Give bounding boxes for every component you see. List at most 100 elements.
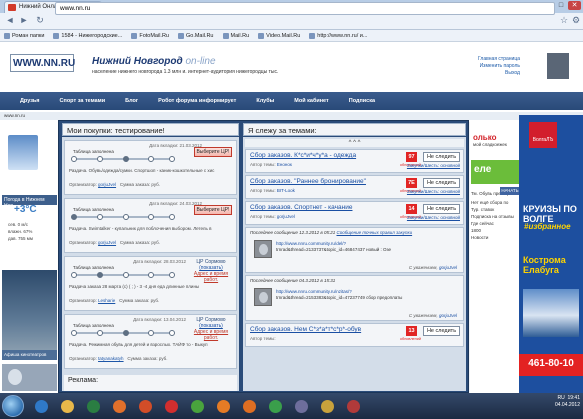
taskbar-app-button[interactable] <box>160 396 182 416</box>
topic-title-link[interactable]: Сбор заказов. К*с*и*ч*у*а - одежда <box>250 152 356 159</box>
unfollow-button[interactable]: Не следить <box>423 326 460 336</box>
right-sidebar-list: Нет ещё сбора по Тур. ставок Подписка на… <box>471 200 514 240</box>
topic-row: Сбор заказов. К*с*и*ч*у*а - одежда Автор… <box>245 149 464 173</box>
sub-bar: www.nn.ru <box>0 112 583 120</box>
taskbar-app-button[interactable] <box>290 396 312 416</box>
bookmark-icon <box>222 32 229 39</box>
topic-title-link[interactable]: Сбор заказов. Нем С*з*а*т*с*р*-обув <box>250 326 361 333</box>
topic-title-link[interactable]: Сбор заказов. "Раннее бронирование" <box>250 178 366 185</box>
bookmark-item[interactable]: Video.Mail.Ru <box>258 31 300 40</box>
bookmark-item[interactable]: Mail.Ru <box>222 31 249 40</box>
bookmark-item[interactable]: 1584 - Нижегородские... <box>53 31 122 40</box>
clock-date[interactable]: 04.04.2012 <box>510 402 580 409</box>
choose-pickup-button[interactable]: Выберите ЦР! <box>194 205 232 215</box>
taskbar-app-button[interactable] <box>108 396 130 416</box>
ad-banner-sweets[interactable]: олько мой сладкоежек <box>471 131 519 159</box>
organizer-link[interactable]: gorjuJvel <box>98 240 116 245</box>
topic-author-link[interactable]: gorjuJvel <box>277 214 295 219</box>
unfollow-button[interactable]: Не следить <box>423 152 460 162</box>
nav-clubs[interactable]: Клубы <box>236 98 274 104</box>
taskbar-app-button[interactable] <box>238 396 260 416</box>
post-author-link[interactable]: gorjuJvel <box>439 265 457 270</box>
organizer-link[interactable]: tatyanakatyh <box>98 356 124 361</box>
start-button[interactable]: НАЧАТЬ <box>500 187 520 195</box>
avatar <box>254 288 272 306</box>
volga-cruise-ad[interactable] <box>519 115 583 393</box>
forum-link[interactable]: Закупки/Шесть: основной <box>407 215 460 220</box>
ad-banner-green[interactable]: еле <box>471 160 519 184</box>
bookmark-item[interactable]: Роман папки <box>4 31 44 40</box>
url-input[interactable]: www.nn.ru <box>55 2 555 15</box>
nav-friends[interactable]: Друзья <box>0 98 40 104</box>
start-button[interactable] <box>2 395 24 417</box>
change-password-link[interactable]: Изменить пароль <box>478 63 520 70</box>
taskbar-app-button[interactable] <box>134 396 156 416</box>
topic-author-link[interactable]: Енонок <box>277 162 292 167</box>
logout-link[interactable]: Выход <box>478 70 520 77</box>
unfollow-button[interactable]: Не следить <box>423 204 460 214</box>
volga-logo: ВолгаЛЪ <box>529 122 557 148</box>
choose-pickup-button[interactable]: Выберите ЦР! <box>194 147 232 157</box>
nav-subscription[interactable]: Подписка <box>329 98 375 104</box>
order-progress-track <box>71 156 175 162</box>
nav-cabinet[interactable]: Мой кабинет <box>274 98 328 104</box>
taskbar-app-button[interactable] <box>342 396 364 416</box>
taskbar-app-button[interactable] <box>212 396 234 416</box>
volga-phone: 461-80-10 <box>519 354 583 376</box>
followed-topics-panel-title: Я слежу за темами: <box>243 123 466 136</box>
topic-title-link[interactable]: Сбор заказов. Спортнет - качание <box>250 204 352 211</box>
purchase-card: Дата вкладки: 28.03.2012 Таблица заполне… <box>64 256 237 311</box>
nav-sport[interactable]: Спорт за темами <box>40 98 106 104</box>
purchases-panel-title: Мои покупки: тестирование! <box>62 123 239 136</box>
bookmarks-bar: Роман папки 1584 - Нижегородские... Foto… <box>0 30 583 42</box>
taskbar-app-button[interactable] <box>186 396 208 416</box>
folder-icon <box>320 399 334 413</box>
system-tray: RU 19:41 04.04.2012 <box>510 395 583 417</box>
topic-author-link[interactable]: BIT-Look <box>277 188 295 193</box>
home-link[interactable]: Главная страница <box>478 56 520 63</box>
organizer-link[interactable]: Lesharie <box>98 298 115 303</box>
close-window-icon[interactable]: ✕ <box>568 1 581 10</box>
forward-icon[interactable]: ► <box>18 15 30 27</box>
bookmark-item[interactable]: Go.Mail.Ru <box>177 31 214 40</box>
reload-icon[interactable]: ↻ <box>34 15 46 27</box>
language-indicator[interactable]: RU <box>557 395 564 402</box>
taskbar-app-button[interactable] <box>56 396 78 416</box>
taskbar-app-button[interactable] <box>264 396 286 416</box>
updates-count-badge: 13 <box>406 326 417 336</box>
media-icon <box>86 399 100 413</box>
order-progress-track <box>71 272 175 278</box>
taskbar-app-button[interactable] <box>30 396 52 416</box>
bookmark-star-icon[interactable]: ☆ <box>558 15 570 27</box>
avatar <box>254 240 272 258</box>
organizer-link[interactable]: gorjuJvel <box>98 182 116 187</box>
updates-count-badge: 14 <box>406 204 417 214</box>
topic-row: Сбор заказов. "Раннее бронирование" Авто… <box>245 175 464 199</box>
forum-link[interactable]: Закупки/Шесть: основной <box>407 189 460 194</box>
taskbar-app-button[interactable] <box>316 396 338 416</box>
site-logo[interactable]: WWW.NN.RU <box>10 54 75 72</box>
afisha-link[interactable]: Афиша кинотеатров <box>2 350 57 360</box>
bookmark-icon <box>53 32 60 39</box>
bookmark-item[interactable]: FotoMail.Ru <box>131 31 169 40</box>
pickup-point-info: ЦР Сормово (показать) Адрес и время работ. <box>190 259 232 283</box>
unfollow-button[interactable]: Не следить <box>423 178 460 188</box>
ie-icon <box>34 399 48 413</box>
back-icon[interactable]: ◄ <box>4 15 16 27</box>
updates-count-badge: 97 <box>406 152 417 162</box>
bookmark-item[interactable]: http://www.nn.ru/ и... <box>309 31 367 40</box>
post-rules-link[interactable]: Сообщение точных правил закупки <box>336 230 412 235</box>
last-post: Последнее сообщение 12.3.2012 в 05:21 Со… <box>245 227 464 273</box>
cruise-ship-image <box>523 289 579 337</box>
clock-time[interactable]: 19:41 <box>567 395 580 402</box>
post-author-link[interactable]: gorjuJvel <box>439 313 457 318</box>
volga-tagline: #избранное <box>524 222 571 231</box>
user-avatar-box[interactable] <box>547 53 569 79</box>
nav-blog[interactable]: Блог <box>105 98 138 104</box>
maximize-icon[interactable]: □ <box>555 1 567 10</box>
collapse-arrows[interactable]: ^ ^ ^ <box>245 139 464 147</box>
wrench-icon[interactable]: ⚙ <box>570 15 582 27</box>
forum-link[interactable]: Закупки/Шесть: основной <box>407 163 460 168</box>
nav-robot[interactable]: Робот форума информирует <box>138 98 236 104</box>
taskbar-app-button[interactable] <box>82 396 104 416</box>
